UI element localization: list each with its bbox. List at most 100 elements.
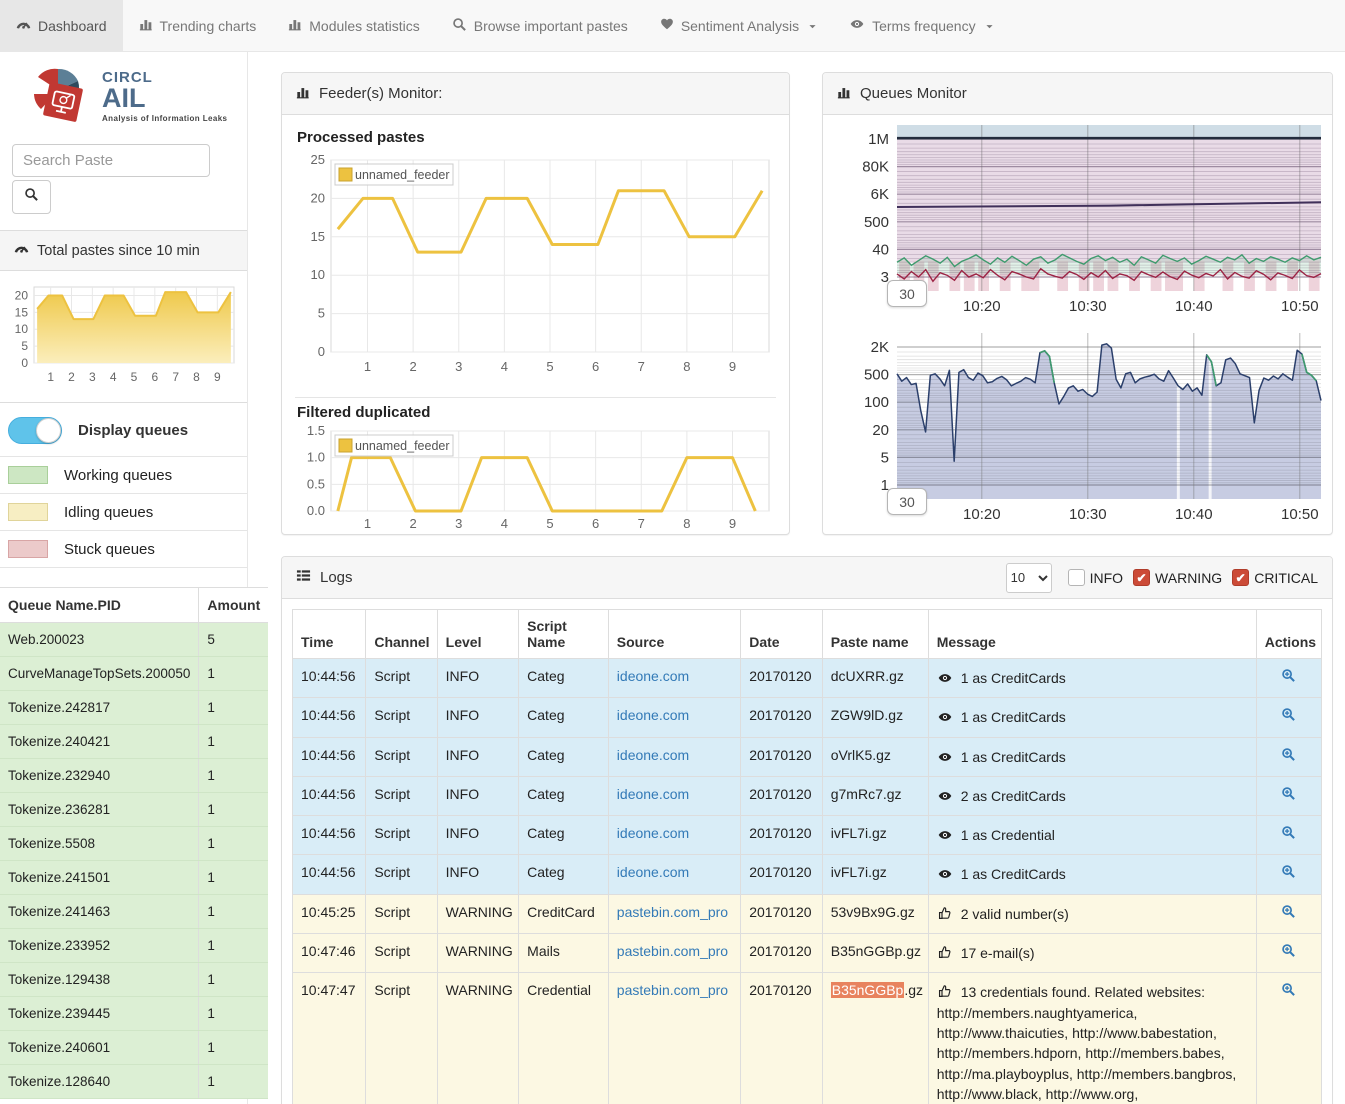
queues-monitor-panel: Queues Monitor 1M80K6K50040310:2010:3010… — [822, 72, 1333, 535]
nav-item-dashboard[interactable]: Dashboard — [0, 0, 123, 51]
zoom-paste-button[interactable] — [1281, 945, 1296, 961]
logo-ail: AIL — [102, 86, 227, 110]
zoom-paste-button[interactable] — [1281, 984, 1296, 1000]
log-time: 10:44:56 — [293, 698, 366, 737]
processed-pastes-title: Processed pastes — [297, 129, 776, 146]
gauge-icon — [14, 241, 29, 260]
nav-item-browse-important-pastes[interactable]: Browse important pastes — [436, 0, 644, 51]
svg-text:3: 3 — [455, 516, 462, 531]
filtered-duplicated-title: Filtered duplicated — [297, 404, 776, 421]
total-pastes-chart: 05101520123456789 — [0, 271, 247, 403]
heart-icon — [660, 17, 674, 34]
logs-col-time: Time — [293, 610, 366, 659]
svg-text:10:50: 10:50 — [1281, 298, 1319, 315]
log-source-link[interactable]: ideone.com — [617, 707, 689, 723]
log-channel: Script — [366, 737, 437, 776]
filter-checkbox-critical[interactable]: ✔ — [1232, 569, 1249, 586]
svg-text:4: 4 — [501, 359, 508, 374]
display-queues-toggle[interactable] — [8, 417, 62, 444]
log-row: 10:47:47 Script WARNING Credential paste… — [293, 973, 1322, 1104]
svg-text:20: 20 — [311, 190, 325, 205]
bars-icon — [288, 17, 302, 34]
svg-text:10:30: 10:30 — [1069, 506, 1107, 523]
log-script: Credential — [519, 973, 609, 1104]
thumbs-up-icon — [937, 906, 953, 924]
search-icon — [24, 187, 39, 207]
chevron-down-icon — [808, 18, 817, 34]
svg-text:1.5: 1.5 — [307, 425, 325, 438]
nav-item-terms-frequency[interactable]: Terms frequency — [833, 0, 1009, 51]
log-channel: Script — [366, 894, 437, 933]
processed-pastes-chart: 0510152025123456789unnamed_feeder — [295, 150, 776, 387]
queue-table-row: Tokenize.2394451 — [0, 997, 268, 1031]
log-source-link[interactable]: ideone.com — [617, 747, 689, 763]
svg-text:7: 7 — [638, 359, 645, 374]
svg-text:8: 8 — [193, 370, 200, 384]
log-row: 10:44:56 Script INFO Categ ideone.com 20… — [293, 816, 1322, 855]
log-source-link[interactable]: pastebin.com_pro — [617, 904, 728, 920]
log-source-link[interactable]: ideone.com — [617, 864, 689, 880]
filter-checkbox-info[interactable] — [1068, 569, 1085, 586]
zoom-paste-button[interactable] — [1281, 749, 1296, 765]
log-time: 10:44:56 — [293, 855, 366, 894]
bars-icon — [139, 17, 153, 34]
log-source-link[interactable]: ideone.com — [617, 786, 689, 802]
nav-item-sentiment-analysis[interactable]: Sentiment Analysis — [644, 0, 833, 51]
log-level: INFO — [437, 855, 519, 894]
svg-text:20: 20 — [872, 422, 889, 439]
log-level: WARNING — [437, 894, 519, 933]
eye-icon — [937, 867, 953, 884]
queue-table-header-name: Queue Name.PID — [0, 588, 199, 623]
log-date: 20170120 — [741, 894, 823, 933]
queue-table-row: Tokenize.2415011 — [0, 861, 268, 895]
svg-text:1: 1 — [364, 516, 371, 531]
svg-text:3: 3 — [89, 370, 96, 384]
log-channel: Script — [366, 816, 437, 855]
log-time: 10:44:56 — [293, 737, 366, 776]
eye-icon — [937, 671, 953, 688]
zoom-paste-button[interactable] — [1281, 906, 1296, 922]
search-paste-input[interactable] — [12, 144, 210, 177]
log-message: 1 as CreditCards — [928, 659, 1256, 698]
bar-chart-icon — [296, 85, 310, 103]
svg-text:7: 7 — [638, 516, 645, 531]
queues-detail-interval-input[interactable] — [887, 488, 927, 515]
eye-icon — [937, 828, 953, 845]
log-script: Categ — [519, 776, 609, 815]
log-source-link[interactable]: pastebin.com_pro — [617, 982, 728, 998]
log-row: 10:45:25 Script WARNING CreditCard paste… — [293, 894, 1322, 933]
svg-text:10: 10 — [311, 267, 325, 282]
logs-col-script-name: Script Name — [519, 610, 609, 659]
zoom-paste-button[interactable] — [1281, 788, 1296, 804]
queue-table-row: Tokenize.2362811 — [0, 793, 268, 827]
logs-col-level: Level — [437, 610, 519, 659]
nav-item-modules-statistics[interactable]: Modules statistics — [272, 0, 435, 51]
zoom-paste-button[interactable] — [1281, 827, 1296, 843]
svg-text:10: 10 — [15, 322, 29, 336]
log-channel: Script — [366, 934, 437, 973]
zoom-paste-button[interactable] — [1281, 709, 1296, 725]
log-source-link[interactable]: pastebin.com_pro — [617, 943, 728, 959]
log-level: INFO — [437, 659, 519, 698]
logs-page-size-select[interactable]: 10 — [1006, 563, 1052, 593]
queues-global-interval-input[interactable] — [887, 280, 927, 307]
svg-text:10:20: 10:20 — [963, 506, 1001, 523]
zoom-paste-button[interactable] — [1281, 866, 1296, 882]
svg-text:0.5: 0.5 — [307, 476, 325, 491]
log-level: INFO — [437, 698, 519, 737]
search-button[interactable] — [12, 180, 51, 214]
svg-text:unnamed_feeder: unnamed_feeder — [355, 439, 450, 453]
eye-icon — [937, 750, 953, 767]
queue-table-row: CurveManageTopSets.2000501 — [0, 657, 268, 691]
svg-text:10:40: 10:40 — [1175, 506, 1213, 523]
zoom-paste-button[interactable] — [1281, 670, 1296, 686]
log-source-link[interactable]: ideone.com — [617, 668, 689, 684]
log-source-link[interactable]: ideone.com — [617, 825, 689, 841]
filter-checkbox-warning[interactable]: ✔ — [1133, 569, 1150, 586]
circl-ail-logo: CIRCL AIL Analysis of Information Leaks — [0, 52, 247, 136]
log-message: 2 as CreditCards — [928, 776, 1256, 815]
log-message: 2 valid number(s) — [928, 894, 1256, 933]
nav-item-trending-charts[interactable]: Trending charts — [123, 0, 273, 51]
svg-text:5: 5 — [881, 449, 889, 466]
log-date: 20170120 — [741, 698, 823, 737]
